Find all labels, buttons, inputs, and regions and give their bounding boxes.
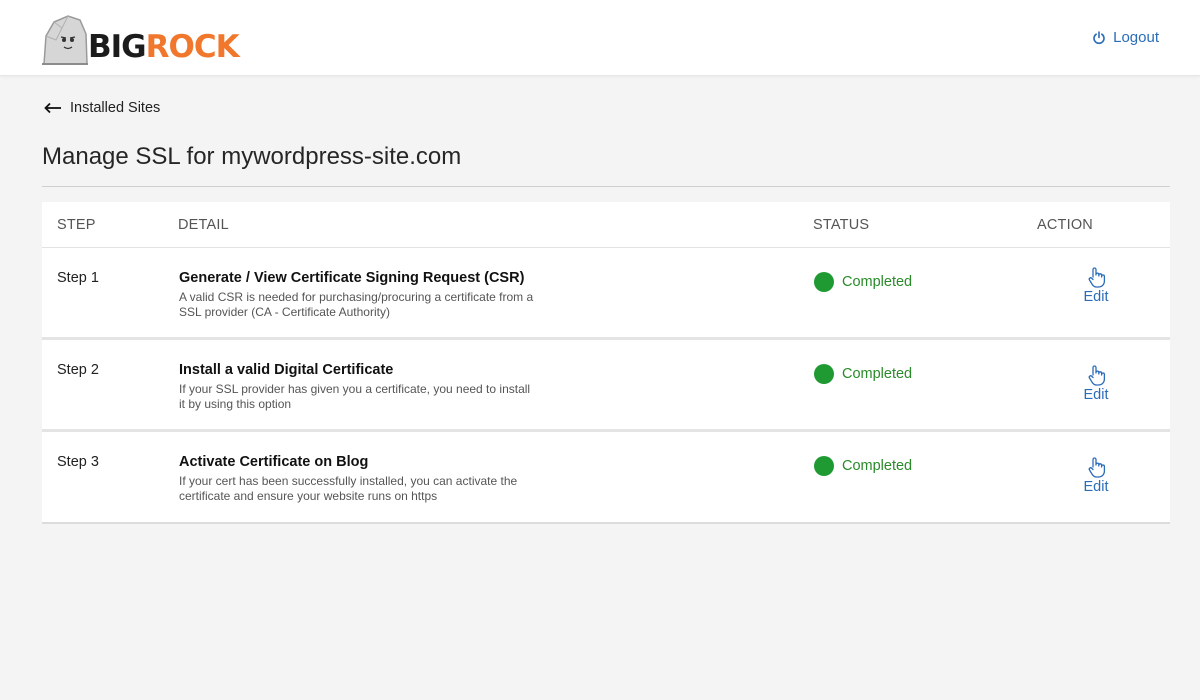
detail-description: If your SSL provider has given you a cer… <box>179 382 531 411</box>
top-header: BIGROCK Logout <box>0 0 1200 76</box>
bigrock-logo[interactable]: BIGROCK <box>40 14 240 66</box>
detail-title: Install a valid Digital Certificate <box>179 362 394 378</box>
status-label: Completed <box>842 274 913 290</box>
edit-button[interactable]: Edit <box>1072 266 1120 305</box>
status-dot-icon <box>814 364 834 384</box>
detail-title: Activate Certificate on Blog <box>179 454 369 470</box>
title-divider <box>42 186 1170 187</box>
step-label: Step 1 <box>57 270 99 286</box>
rock-mascot-icon <box>42 15 88 65</box>
table-row: Step 2 Install a valid Digital Certifica… <box>42 340 1170 432</box>
step-label: Step 3 <box>57 454 99 470</box>
ssl-steps-table: STEP DETAIL STATUS ACTION Step 1 Generat… <box>42 202 1170 524</box>
status-badge: Completed <box>814 456 912 476</box>
edit-label: Edit <box>1083 387 1109 403</box>
logout-button[interactable]: Logout <box>1092 29 1159 46</box>
edit-label: Edit <box>1083 289 1109 305</box>
logout-label: Logout <box>1113 29 1159 46</box>
edit-button[interactable]: Edit <box>1072 364 1120 403</box>
step-label: Step 2 <box>57 362 99 378</box>
header-detail: DETAIL <box>178 217 229 233</box>
power-icon <box>1093 30 1105 44</box>
arrow-left-icon <box>44 102 61 114</box>
detail-description: If your cert has been successfully insta… <box>179 474 518 503</box>
detail-description: A valid CSR is needed for purchasing/pro… <box>179 290 534 319</box>
back-to-installed-sites[interactable]: Installed Sites <box>44 100 160 116</box>
table-header: STEP DETAIL STATUS ACTION <box>42 202 1170 248</box>
table-row: Step 3 Activate Certificate on Blog If y… <box>42 432 1170 524</box>
logo-big-text: BIG <box>88 29 147 65</box>
status-label: Completed <box>842 366 913 382</box>
pointing-hand-icon <box>1088 267 1106 288</box>
edit-button[interactable]: Edit <box>1072 456 1120 495</box>
header-action: ACTION <box>1037 217 1093 233</box>
header-step: STEP <box>57 217 96 233</box>
status-badge: Completed <box>814 364 912 384</box>
edit-label: Edit <box>1083 479 1109 495</box>
page-title: Manage SSL for mywordpress-site.com <box>42 143 462 170</box>
status-dot-icon <box>814 272 834 292</box>
back-label: Installed Sites <box>70 100 161 116</box>
table-row: Step 1 Generate / View Certificate Signi… <box>42 248 1170 340</box>
detail-title: Generate / View Certificate Signing Requ… <box>179 270 525 286</box>
logo-rock-text: ROCK <box>145 29 240 65</box>
logo-wordmark: BIGROCK <box>88 29 240 65</box>
pointing-hand-icon <box>1088 457 1106 478</box>
status-label: Completed <box>842 458 913 474</box>
status-dot-icon <box>814 456 834 476</box>
pointing-hand-icon <box>1088 365 1106 386</box>
status-badge: Completed <box>814 272 912 292</box>
header-status: STATUS <box>813 217 870 233</box>
